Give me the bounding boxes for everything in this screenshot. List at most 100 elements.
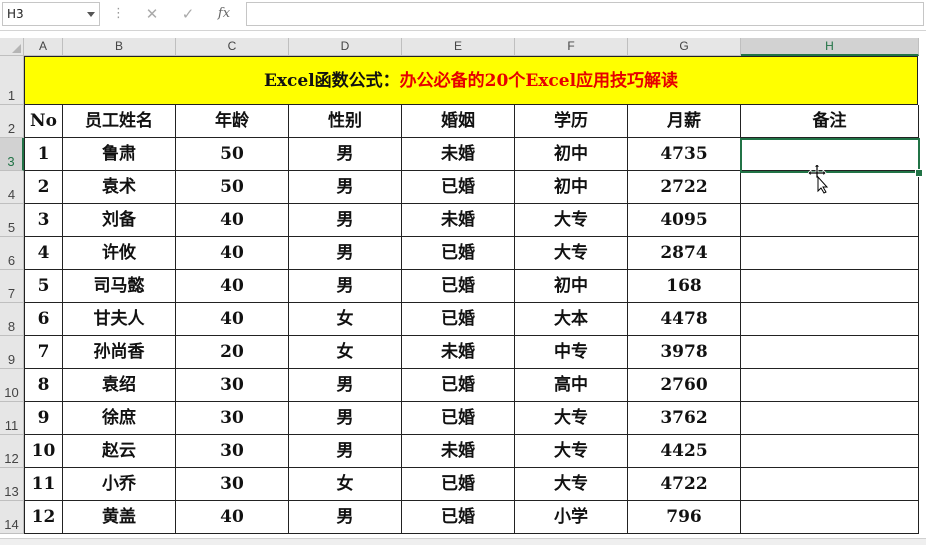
cell-g13[interactable]: 4722: [628, 468, 741, 501]
cell-g6[interactable]: 2874: [628, 237, 741, 270]
cell-g12[interactable]: 4425: [628, 435, 741, 468]
cell-f5[interactable]: 大专: [515, 204, 628, 237]
cell-g9[interactable]: 3978: [628, 336, 741, 369]
column-header-f[interactable]: F: [515, 38, 628, 56]
drag-handle-icon[interactable]: ⋮: [112, 6, 125, 21]
cell-f11[interactable]: 大专: [515, 402, 628, 435]
cell-f10[interactable]: 高中: [515, 369, 628, 402]
cell-a6[interactable]: 4: [24, 237, 63, 270]
column-header-h[interactable]: H: [741, 38, 919, 56]
cell-g3[interactable]: 4735: [628, 138, 741, 171]
cell-c9[interactable]: 20: [176, 336, 289, 369]
cell-e4[interactable]: 已婚: [402, 171, 515, 204]
cell-d10[interactable]: 男: [289, 369, 402, 402]
header-cell-e[interactable]: 婚姻: [402, 105, 515, 138]
cell-a9[interactable]: 7: [24, 336, 63, 369]
cell-h11[interactable]: [741, 402, 919, 435]
cell-c12[interactable]: 30: [176, 435, 289, 468]
cell-f4[interactable]: 初中: [515, 171, 628, 204]
row-header-6[interactable]: 6: [0, 237, 24, 270]
cell-g8[interactable]: 4478: [628, 303, 741, 336]
cell-h12[interactable]: [741, 435, 919, 468]
cell-h13[interactable]: [741, 468, 919, 501]
cell-e12[interactable]: 未婚: [402, 435, 515, 468]
cell-c10[interactable]: 30: [176, 369, 289, 402]
cell-b4[interactable]: 袁术: [63, 171, 176, 204]
row-header-7[interactable]: 7: [0, 270, 24, 303]
cell-b10[interactable]: 袁绍: [63, 369, 176, 402]
cell-d7[interactable]: 男: [289, 270, 402, 303]
cell-b12[interactable]: 赵云: [63, 435, 176, 468]
cell-e13[interactable]: 已婚: [402, 468, 515, 501]
cell-e6[interactable]: 已婚: [402, 237, 515, 270]
cell-g10[interactable]: 2760: [628, 369, 741, 402]
cell-c11[interactable]: 30: [176, 402, 289, 435]
cell-d11[interactable]: 男: [289, 402, 402, 435]
cell-h10[interactable]: [741, 369, 919, 402]
cell-a3[interactable]: 1: [24, 138, 63, 171]
cell-h5[interactable]: [741, 204, 919, 237]
cell-d8[interactable]: 女: [289, 303, 402, 336]
cell-g5[interactable]: 4095: [628, 204, 741, 237]
cell-c3[interactable]: 50: [176, 138, 289, 171]
cell-c14[interactable]: 40: [176, 501, 289, 534]
cell-b11[interactable]: 徐庶: [63, 402, 176, 435]
cell-b9[interactable]: 孙尚香: [63, 336, 176, 369]
cell-f7[interactable]: 初中: [515, 270, 628, 303]
cell-d5[interactable]: 男: [289, 204, 402, 237]
cell-b13[interactable]: 小乔: [63, 468, 176, 501]
row-header-9[interactable]: 9: [0, 336, 24, 369]
cell-c6[interactable]: 40: [176, 237, 289, 270]
header-cell-f[interactable]: 学历: [515, 105, 628, 138]
header-cell-b[interactable]: 员工姓名: [63, 105, 176, 138]
enter-icon[interactable]: ✓: [176, 4, 200, 24]
column-header-g[interactable]: G: [628, 38, 741, 56]
cell-e10[interactable]: 已婚: [402, 369, 515, 402]
fill-handle[interactable]: [915, 169, 923, 177]
cell-d9[interactable]: 女: [289, 336, 402, 369]
header-cell-g[interactable]: 月薪: [628, 105, 741, 138]
cell-e5[interactable]: 未婚: [402, 204, 515, 237]
name-box[interactable]: H3: [2, 2, 100, 26]
cell-h8[interactable]: [741, 303, 919, 336]
cell-a4[interactable]: 2: [24, 171, 63, 204]
cell-g7[interactable]: 168: [628, 270, 741, 303]
cell-g14[interactable]: 796: [628, 501, 741, 534]
cell-e11[interactable]: 已婚: [402, 402, 515, 435]
cell-b14[interactable]: 黄盖: [63, 501, 176, 534]
cell-h6[interactable]: [741, 237, 919, 270]
cell-b3[interactable]: 鲁肃: [63, 138, 176, 171]
column-header-c[interactable]: C: [176, 38, 289, 56]
cell-f9[interactable]: 中专: [515, 336, 628, 369]
cell-d6[interactable]: 男: [289, 237, 402, 270]
cell-d13[interactable]: 女: [289, 468, 402, 501]
cell-e8[interactable]: 已婚: [402, 303, 515, 336]
cell-c8[interactable]: 40: [176, 303, 289, 336]
chevron-down-icon[interactable]: [87, 12, 95, 17]
row-header-3[interactable]: 3: [0, 138, 24, 171]
cell-a13[interactable]: 11: [24, 468, 63, 501]
cell-h9[interactable]: [741, 336, 919, 369]
cell-f3[interactable]: 初中: [515, 138, 628, 171]
cell-d4[interactable]: 男: [289, 171, 402, 204]
cell-a8[interactable]: 6: [24, 303, 63, 336]
cell-g4[interactable]: 2722: [628, 171, 741, 204]
cell-f8[interactable]: 大本: [515, 303, 628, 336]
cell-a5[interactable]: 3: [24, 204, 63, 237]
cell-c5[interactable]: 40: [176, 204, 289, 237]
cell-h14[interactable]: [741, 501, 919, 534]
cell-f14[interactable]: 小学: [515, 501, 628, 534]
cell-f12[interactable]: 大专: [515, 435, 628, 468]
column-header-b[interactable]: B: [63, 38, 176, 56]
row-header-14[interactable]: 14: [0, 501, 24, 534]
header-cell-a[interactable]: No: [24, 105, 63, 138]
row-header-12[interactable]: 12: [0, 435, 24, 468]
cancel-icon[interactable]: ✕: [140, 4, 164, 24]
cell-e7[interactable]: 已婚: [402, 270, 515, 303]
header-cell-d[interactable]: 性别: [289, 105, 402, 138]
cell-a7[interactable]: 5: [24, 270, 63, 303]
insert-function-icon[interactable]: fx: [212, 4, 236, 24]
row-header-4[interactable]: 4: [0, 171, 24, 204]
cell-d12[interactable]: 男: [289, 435, 402, 468]
row-header-11[interactable]: 11: [0, 402, 24, 435]
